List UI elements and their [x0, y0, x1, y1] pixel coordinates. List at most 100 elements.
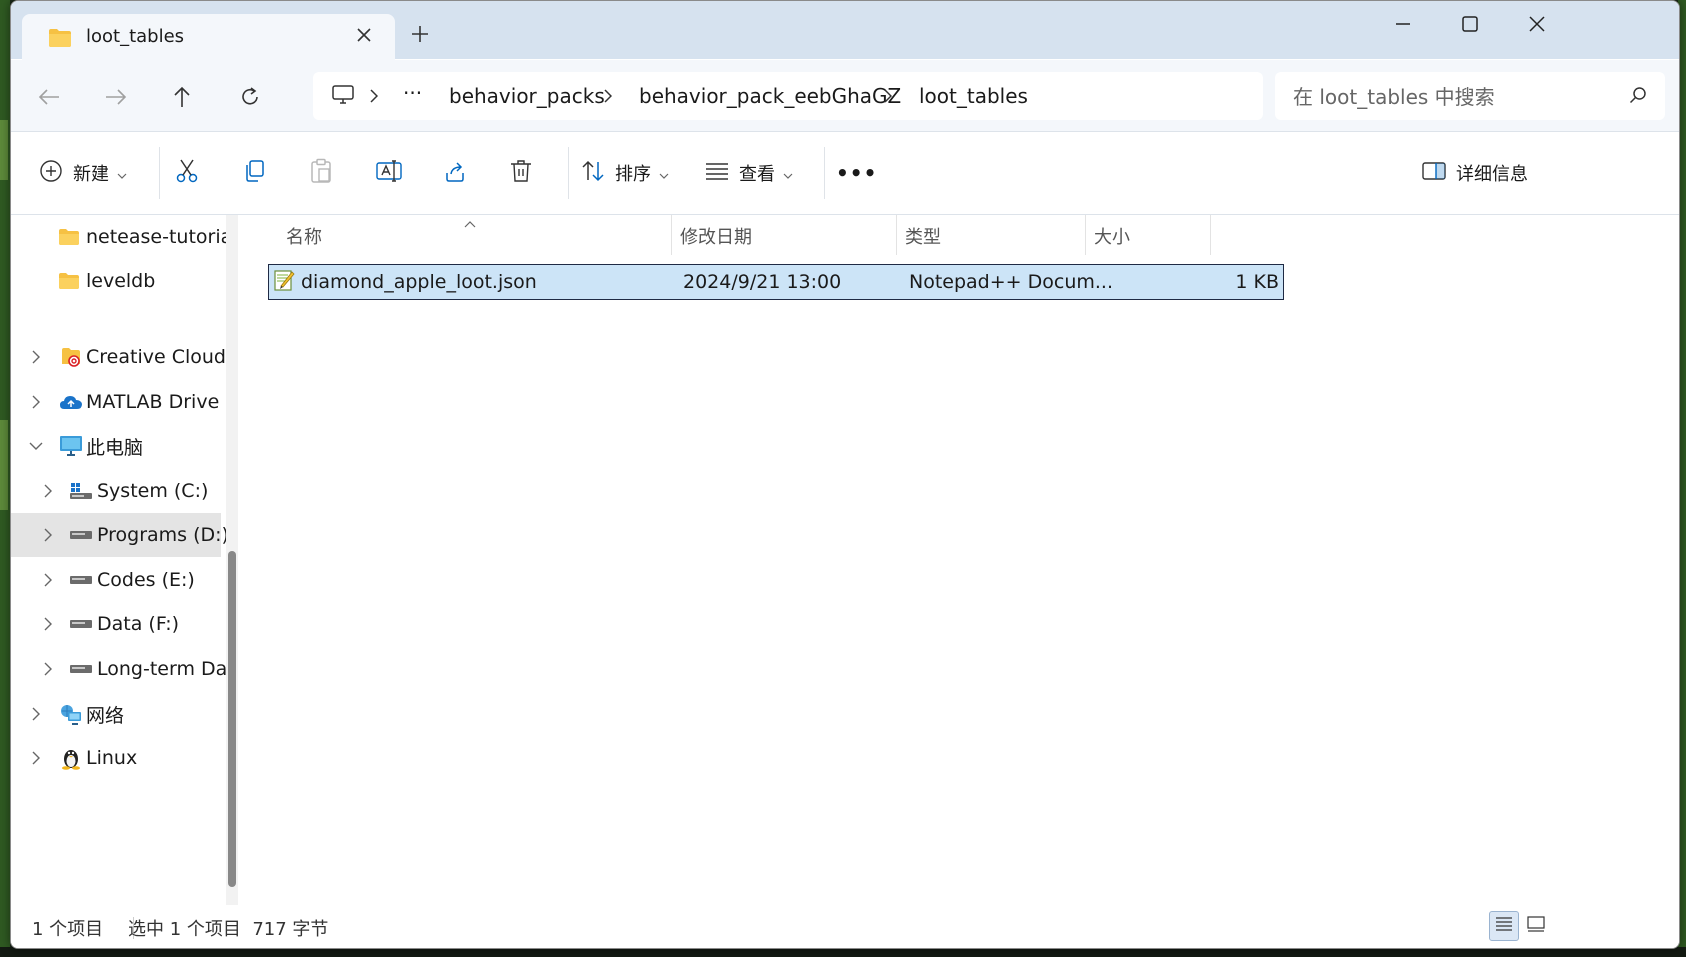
rename-button[interactable] — [376, 156, 402, 190]
chevron-right-icon[interactable] — [29, 395, 43, 409]
notepadpp-file-icon — [273, 268, 295, 297]
sidebar-item-matlab-drive[interactable]: MATLAB Drive — [11, 380, 221, 424]
breadcrumb-behavior-pack[interactable]: behavior_pack_eebGhaGZ — [639, 84, 901, 108]
sort-button[interactable]: 排序 — [581, 156, 669, 190]
sidebar-item-network[interactable]: 网络 — [11, 692, 221, 736]
breadcrumb-overflow[interactable]: ··· — [403, 81, 422, 105]
search-icon[interactable] — [1629, 86, 1647, 108]
chevron-right-icon[interactable] — [41, 573, 55, 587]
refresh-button[interactable] — [235, 82, 265, 112]
chevron-down-icon — [117, 163, 127, 184]
sidebar-item-data-f[interactable]: Data (F:) — [11, 602, 221, 646]
details-pane-button[interactable]: 详细信息 — [1422, 156, 1528, 190]
close-tab-icon[interactable] — [352, 25, 376, 49]
tiles-view-icon — [1527, 916, 1545, 936]
breadcrumb-loot-tables[interactable]: loot_tables — [919, 84, 1028, 108]
chevron-down-icon — [659, 163, 669, 184]
chevron-right-icon[interactable] — [29, 751, 43, 765]
cut-button[interactable] — [175, 156, 199, 190]
file-name: diamond_apple_loot.json — [301, 271, 537, 293]
column-header-modified[interactable]: 修改日期 — [680, 223, 752, 249]
share-button[interactable] — [443, 156, 467, 190]
up-button[interactable] — [167, 82, 197, 112]
column-header-type[interactable]: 类型 — [905, 223, 941, 249]
chevron-right-icon[interactable] — [41, 528, 55, 542]
chevron-right-icon[interactable] — [41, 617, 55, 631]
paste-icon — [309, 158, 333, 189]
sidebar-item-label: 网络 — [86, 704, 125, 727]
more-icon: ••• — [836, 161, 878, 185]
forward-button[interactable] — [101, 82, 131, 112]
sidebar-scrollbar-thumb[interactable] — [228, 551, 236, 887]
file-type: Notepad++ Docum... — [909, 271, 1113, 293]
details-label: 详细信息 — [1456, 164, 1528, 185]
chevron-right-icon[interactable] — [41, 662, 55, 676]
trash-icon — [510, 159, 532, 188]
chevron-right-icon[interactable] — [600, 85, 616, 107]
column-header-name[interactable]: 名称 — [286, 223, 322, 249]
view-button[interactable]: 查看 — [705, 156, 793, 190]
copy-button[interactable] — [242, 156, 266, 190]
details-pane-icon — [1422, 161, 1446, 185]
minimize-button[interactable] — [1378, 9, 1428, 39]
column-divider[interactable] — [671, 215, 672, 255]
maximize-button[interactable] — [1445, 9, 1495, 39]
folder-icon — [57, 225, 81, 249]
address-bar[interactable]: ··· behavior_packs behavior_pack_eebGhaG… — [313, 72, 1263, 120]
chevron-down-icon[interactable] — [29, 439, 43, 453]
column-divider[interactable] — [1210, 215, 1211, 255]
chevron-right-icon[interactable] — [29, 350, 43, 364]
sidebar-item-programs-d[interactable]: Programs (D:) — [11, 513, 226, 557]
network-icon — [59, 702, 83, 726]
search-input[interactable] — [1291, 82, 1615, 112]
sidebar-item-long-term[interactable]: Long-term Da — [11, 647, 226, 691]
new-tab-button[interactable] — [406, 21, 434, 49]
column-header-size[interactable]: 大小 — [1094, 223, 1130, 249]
chevron-right-icon[interactable] — [366, 85, 382, 107]
search-box[interactable] — [1275, 72, 1665, 120]
system-drive-icon — [69, 479, 93, 503]
sidebar-item-label: Long-term Da — [97, 658, 226, 680]
tab-loot-tables[interactable]: loot_tables — [22, 14, 395, 60]
cloud-icon — [59, 390, 83, 414]
more-options-button[interactable]: ••• — [836, 156, 877, 190]
sidebar-scrollbar[interactable] — [226, 215, 238, 905]
sidebar-item-this-pc[interactable]: 此电脑 — [11, 424, 221, 468]
breadcrumb-behavior-packs[interactable]: behavior_packs — [449, 84, 605, 108]
divider — [159, 147, 160, 199]
sidebar-item-label: Programs (D:) — [97, 524, 226, 546]
sidebar-item-leveldb[interactable]: leveldb — [11, 259, 221, 303]
delete-button[interactable] — [510, 156, 532, 190]
scissors-icon — [175, 158, 199, 189]
chevron-right-icon[interactable] — [41, 484, 55, 498]
details-view-button[interactable] — [1489, 911, 1519, 941]
sidebar-item-creative-cloud[interactable]: Creative Cloud — [11, 335, 226, 379]
file-explorer-window: loot_tables ··· behavior_packs behavior_… — [10, 0, 1680, 949]
status-bar: 1 个项目 选中 1 个项目 717 字节 — [11, 905, 1679, 948]
folder-icon — [57, 269, 81, 293]
paste-button[interactable] — [309, 156, 333, 190]
chevron-right-icon[interactable] — [880, 85, 896, 107]
computer-icon — [59, 434, 83, 458]
selection-info: 选中 1 个项目 717 字节 — [128, 919, 329, 940]
details-view-icon — [1495, 916, 1513, 936]
new-button[interactable]: 新建 — [39, 156, 127, 190]
column-divider[interactable] — [896, 215, 897, 255]
back-button[interactable] — [34, 82, 64, 112]
sidebar-item-linux[interactable]: Linux — [11, 736, 221, 780]
close-window-button[interactable] — [1512, 9, 1562, 39]
item-count: 1 个项目 — [32, 919, 104, 940]
tiles-view-button[interactable] — [1521, 911, 1551, 941]
drive-icon — [69, 523, 93, 547]
chevron-right-icon[interactable] — [29, 707, 43, 721]
sort-label: 排序 — [615, 164, 651, 185]
sidebar-item-netease-tutorial[interactable]: netease-tutoria — [11, 215, 226, 259]
new-label: 新建 — [73, 164, 109, 185]
sidebar-item-label: Codes (E:) — [97, 569, 195, 591]
sidebar-item-system-c[interactable]: System (C:) — [11, 469, 221, 513]
sidebar-item-label: System (C:) — [97, 480, 209, 502]
linux-icon — [59, 746, 83, 770]
table-row[interactable]: diamond_apple_loot.json 2024/9/21 13:00 … — [268, 264, 1284, 300]
column-divider[interactable] — [1085, 215, 1086, 255]
sidebar-item-codes-e[interactable]: Codes (E:) — [11, 558, 221, 602]
